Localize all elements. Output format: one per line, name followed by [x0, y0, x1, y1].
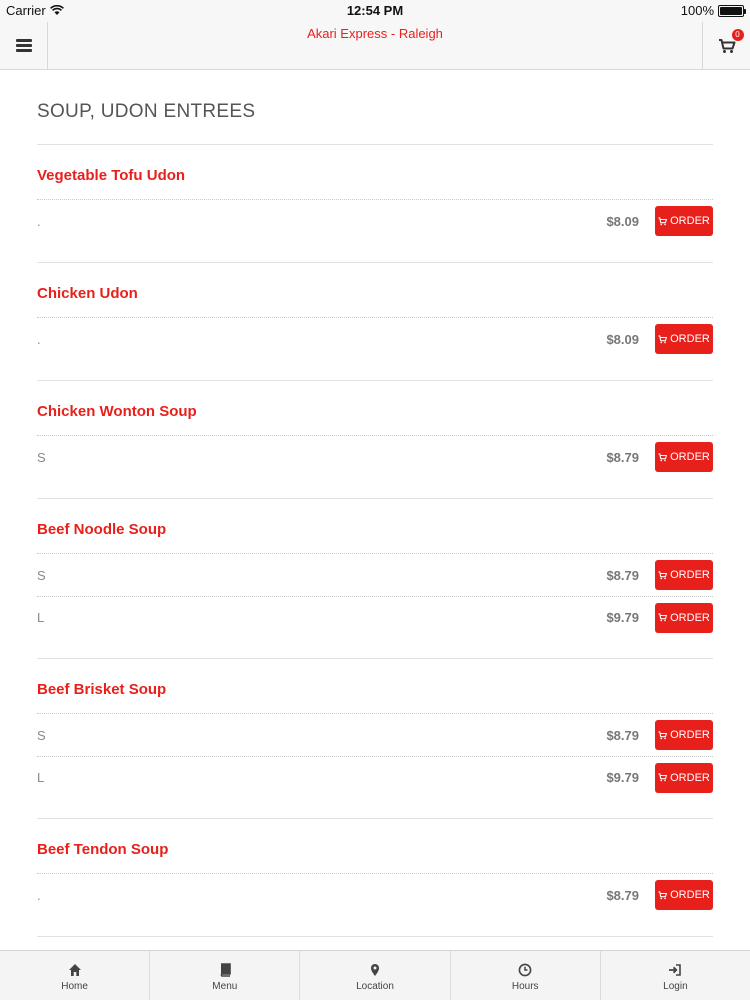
battery-icon	[718, 4, 746, 17]
item-size: .	[37, 213, 41, 229]
tab-login[interactable]: Login	[601, 951, 750, 1000]
order-label: ORDER	[670, 333, 710, 345]
cart-button[interactable]: 0	[702, 22, 750, 69]
tab-label: Location	[356, 981, 394, 992]
item-option-row: S $8.79 ORDER	[37, 436, 713, 478]
tab-home[interactable]: Home	[0, 951, 151, 1000]
item-option-row: . $8.09 ORDER	[37, 318, 713, 360]
item-price: $8.09	[606, 331, 639, 347]
order-button[interactable]: ORDER	[655, 720, 713, 750]
order-button[interactable]: ORDER	[655, 206, 713, 236]
book-icon	[220, 963, 231, 977]
login-icon	[669, 964, 682, 976]
tab-label: Menu	[212, 981, 238, 992]
order-button[interactable]: ORDER	[655, 762, 713, 793]
status-bar: Carrier 12:54 PM 100%	[0, 0, 750, 22]
battery-fill	[720, 6, 742, 15]
item-size: L	[37, 610, 45, 625]
cart-count-badge: 0	[731, 28, 744, 41]
item-price: $9.79	[606, 610, 639, 625]
menu-content: SOUP, UDON ENTREES Vegetable Tofu Udon. $…	[37, 70, 713, 937]
menu-item: Chicken Wonton Soup S $8.79 ORDER	[37, 381, 713, 499]
menu-item: Beef Noodle Soup S $8.79 ORDER L $9.79 ORDER	[37, 499, 713, 659]
item-name[interactable]: Chicken Wonton Soup	[37, 381, 713, 436]
item-price: $8.79	[606, 449, 639, 465]
order-label: ORDER	[670, 215, 710, 227]
cart-icon	[658, 613, 668, 622]
order-button[interactable]: ORDER	[655, 324, 713, 354]
status-time: 12:54 PM	[346, 3, 404, 18]
cart-icon	[658, 773, 668, 782]
item-price: $8.09	[606, 213, 639, 229]
home-icon	[68, 964, 81, 976]
map-pin-icon	[371, 964, 379, 976]
order-button[interactable]: ORDER	[655, 560, 713, 590]
cart-wrap: 0	[718, 28, 744, 54]
item-size: S	[37, 567, 46, 583]
order-button[interactable]: ORDER	[655, 442, 713, 472]
nav-title: Akari Express - Raleigh	[307, 26, 443, 41]
status-right: 100%	[680, 3, 746, 18]
item-option-row: L $9.79 ORDER	[37, 756, 713, 798]
tab-label: Login	[663, 981, 688, 992]
tab-menu[interactable]: Menu	[150, 951, 301, 1000]
item-name[interactable]: Chicken Udon	[37, 263, 713, 318]
order-label: ORDER	[670, 889, 710, 901]
tab-location[interactable]: Location	[300, 951, 451, 1000]
cart-icon	[658, 890, 668, 899]
section-title: SOUP, UDON ENTREES	[37, 101, 713, 145]
cart-icon	[718, 38, 735, 53]
menu-item: Vegetable Tofu Udon. $8.09 ORDER	[37, 145, 713, 263]
item-option-row: L $9.79 ORDER	[37, 596, 713, 638]
menu-item: Chicken Udon. $8.09 ORDER	[37, 263, 713, 381]
item-price: $8.79	[606, 567, 639, 583]
item-price: $8.79	[606, 887, 639, 903]
menu-item-list: Vegetable Tofu Udon. $8.09 ORDER Chicken Ud…	[37, 145, 713, 937]
bottom-tab-bar: Home Menu Location Hours Login	[0, 950, 750, 1000]
item-name[interactable]: Beef Brisket Soup	[37, 659, 713, 714]
menu-item: Beef Tendon Soup. $8.79 ORDER	[37, 819, 713, 937]
item-name[interactable]: Beef Noodle Soup	[37, 499, 713, 554]
item-price: $8.79	[606, 727, 639, 743]
item-size: S	[37, 727, 46, 743]
order-label: ORDER	[670, 569, 710, 581]
tab-hours[interactable]: Hours	[451, 951, 601, 1000]
order-label: ORDER	[670, 729, 710, 741]
item-option-row: S $8.79 ORDER	[37, 554, 713, 596]
menu-button[interactable]	[0, 22, 48, 69]
order-label: ORDER	[670, 771, 710, 784]
nav-bar: Akari Express - Raleigh 0	[0, 22, 750, 70]
item-option-row: S $8.79 ORDER	[37, 714, 713, 756]
tab-label: Hours	[511, 981, 539, 992]
item-size: .	[37, 331, 41, 347]
order-label: ORDER	[670, 611, 710, 624]
item-name[interactable]: Vegetable Tofu Udon	[37, 145, 713, 200]
tab-label: Home	[61, 981, 88, 992]
clock-icon	[518, 963, 532, 977]
cart-icon	[658, 730, 668, 739]
item-option-row: . $8.09 ORDER	[37, 200, 713, 242]
cart-icon	[658, 452, 668, 461]
item-price: $9.79	[606, 770, 639, 785]
battery-percent: 100%	[680, 3, 714, 18]
item-name[interactable]: Beef Tendon Soup	[37, 819, 713, 874]
cart-icon	[658, 334, 668, 343]
hamburger-icon	[15, 39, 32, 52]
item-size: .	[37, 887, 41, 903]
menu-item: Beef Brisket Soup S $8.79 ORDER L $9.79 ORDER	[37, 659, 713, 819]
cart-icon	[658, 216, 668, 225]
order-button[interactable]: ORDER	[655, 880, 713, 910]
cart-icon	[658, 570, 668, 579]
item-size: L	[37, 770, 45, 785]
item-size: S	[37, 449, 46, 465]
order-label: ORDER	[670, 451, 710, 463]
order-button[interactable]: ORDER	[655, 602, 713, 633]
item-option-row: . $8.79 ORDER	[37, 874, 713, 916]
